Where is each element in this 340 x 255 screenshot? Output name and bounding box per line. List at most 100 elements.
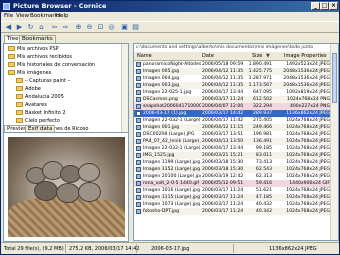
file-row[interactable]: Imagen 1152 (Large).jpg 2006/03/18 15:30 6… [134,166,332,173]
image-file-icon [136,69,141,74]
folder-icon [16,78,23,83]
column-size[interactable]: Size [252,52,262,60]
image-file-icon [136,160,141,165]
status-total: Total 29 file(s), (9,2 MB) [4,246,64,252]
tree-item[interactable]: Mis archivos PSP [8,46,59,52]
next-image-icon[interactable]: ⇨ [61,23,70,32]
preview-pane [3,132,129,242]
app-icon [3,3,10,10]
image-file-icon [136,146,141,151]
image-file-icon [136,153,141,158]
zoom-fit-icon[interactable]: ⊡ [96,23,105,32]
file-row[interactable]: PA4_07_42_Innik (Large).jpg2006/04/13 13… [134,138,332,145]
zoom-in-icon[interactable]: ⊕ [74,23,83,32]
scrollbar-thumb[interactable] [332,53,337,103]
file-row[interactable]: Imagen 20100 (Large).jpg 2006/03/19 12:42… [134,173,332,180]
image-file-icon [136,174,141,179]
preview-image [8,137,125,237]
prev-image-icon[interactable]: ⇦ [50,23,59,32]
tree-item[interactable]: Adobe [16,86,41,92]
basket-shape [8,197,125,237]
file-row[interactable]: Imagen 005.jpg 2006/04/12 11:35 1.425.775 2… [134,68,332,75]
menu-help[interactable]: Help [56,13,69,20]
tree-item[interactable]: – Capturas paint – [16,78,70,84]
kitten-shape [78,163,100,182]
folder-icon [16,94,23,99]
file-row[interactable]: IMG_1525.jpg 2006/03/21 15:21 83.011 1024x7… [134,152,332,159]
file-row[interactable]: rona_volt_2-0-5 1440.gif 2006/05/12 09:51… [134,180,332,187]
home-icon[interactable]: ⌂ [37,23,46,32]
forward-icon[interactable]: ▶ [15,23,24,32]
folder-icon [8,46,15,51]
maximize-button[interactable]: □ [320,2,329,10]
window-title: Picture Browser - Cornice [13,2,107,10]
menu-bar: File View Bookmarks Help [1,12,339,21]
image-file-icon [136,97,141,102]
close-button[interactable]: × [329,2,338,10]
folder-icon [8,62,15,67]
sort-arrow-icon: ▼ [266,53,270,59]
file-row[interactable]: panoramicoNight-Altodes.jpg2006/05/18 09… [134,61,332,68]
tab-bookmarks[interactable]: Bookmarks [19,35,56,43]
menu-view[interactable]: View [16,13,29,20]
folder-icon [16,118,23,123]
status-separator [233,244,234,253]
status-selected-size: 275,2 KB, 2006/03/17 14:42 [69,246,140,252]
fullscreen-icon[interactable]: ▣ [120,23,129,32]
slideshow-icon[interactable]: ▤ [131,23,140,32]
zoom-100-icon[interactable]: ◎ [107,23,116,32]
tree-item[interactable]: Mis archivos recibidos [8,54,72,60]
tree-item[interactable]: Mis imágenes [8,70,51,76]
file-row[interactable]: Imagen 003.jpg 2006/04/12 11:35 1.173.567 2… [134,82,332,89]
file-row[interactable]: Imagen 004.jpg 2006/04/12 11:35 1.287.971 2… [134,75,332,82]
file-row[interactable]: DSCasmos.png 2006/03/17 11:24 612.502 1024x… [134,96,332,103]
file-row[interactable]: Imagen 1073 (Large).jpg 2006/03/17 11:24 4… [134,201,332,208]
status-selected-properties: 1136x862x24 JPEG [269,246,317,252]
kitten-shape [34,181,58,201]
title-bar[interactable]: Picture Browser - Cornice _ □ × [1,1,339,12]
file-list-scrollbar[interactable] [330,44,338,240]
file-row[interactable]: DSC00208 (Large).JPG 2006/03/17 13:51 196.… [134,131,332,138]
status-separator [136,244,137,253]
status-bar: Total 29 file(s), (9,2 MB) 275,2 KB, 200… [1,242,339,255]
tree-item[interactable]: Cielo perfecto [16,118,60,124]
file-row[interactable]: Imagen 22-025-1.jpg 2006/04/17 13:44 647.0… [134,89,332,96]
back-icon[interactable]: ◀ [4,23,13,32]
list-header: Name Date Size ▼ Image Properties [134,52,332,61]
image-file-icon [136,188,141,193]
refresh-icon[interactable]: ↻ [26,23,35,32]
file-row[interactable]: Imagen 001.jpg 2006/04/12 11:15 249.466 102… [134,124,332,131]
path-display: c:\documents and settings\alberto\mis do… [136,45,314,50]
tree-item[interactable]: Basket Infinito 2 [16,110,66,116]
image-file-icon [136,202,141,207]
zoom-out-icon[interactable]: ⊖ [85,23,94,32]
image-file-icon [136,181,141,186]
image-file-icon [136,83,141,88]
file-row[interactable]: Imagen 22-032-1 (Large).jpg2006/04/17 13… [134,145,332,152]
file-row[interactable]: snapshot2006041710000... 2006/04/07 12:00… [134,103,332,110]
column-name[interactable]: Name [137,52,152,60]
column-date[interactable]: Date [202,52,214,60]
minimize-button[interactable]: _ [311,2,320,10]
column-image-properties[interactable]: Image Properties [284,52,327,60]
file-row[interactable]: fotosho-DPT.jpg 2006/03/17 11:24 40.342 102… [134,208,332,215]
image-file-icon [136,111,141,116]
app-window: Picture Browser - Cornice _ □ × File Vie… [0,0,340,255]
tree-item[interactable]: Andalucía 2005 [16,94,64,100]
folder-icon [8,70,15,75]
file-row-selected[interactable]: 2006-03-17 (1).jpg 2006/03/17 14:42 289.93… [134,110,332,117]
file-row[interactable]: Imagen 1016 (Large).jpg 2006/03/17 11:24 5… [134,187,332,194]
image-file-icon [136,195,141,200]
image-file-icon [136,139,141,144]
file-row[interactable]: Imagen 1199 (Large).jpg 2006/03/18 15:30 7… [134,159,332,166]
menu-file[interactable]: File [4,13,13,20]
image-file-icon [136,90,141,95]
status-selected-name: 2006-03-17.jpg [151,246,190,252]
file-row[interactable]: Imagen 22-032-1 (Large).jpg2006/04/17 11… [134,117,332,124]
kitten-shape [56,183,80,203]
image-file-icon [136,104,141,109]
tree-item[interactable]: Avatares [16,102,47,108]
image-file-icon [136,76,141,81]
tree-item[interactable]: Mis historiales de conversación [8,62,95,68]
file-row[interactable]: Imagen 1115 (Large).jpg 2006/03/17 11:24 4… [134,194,332,201]
